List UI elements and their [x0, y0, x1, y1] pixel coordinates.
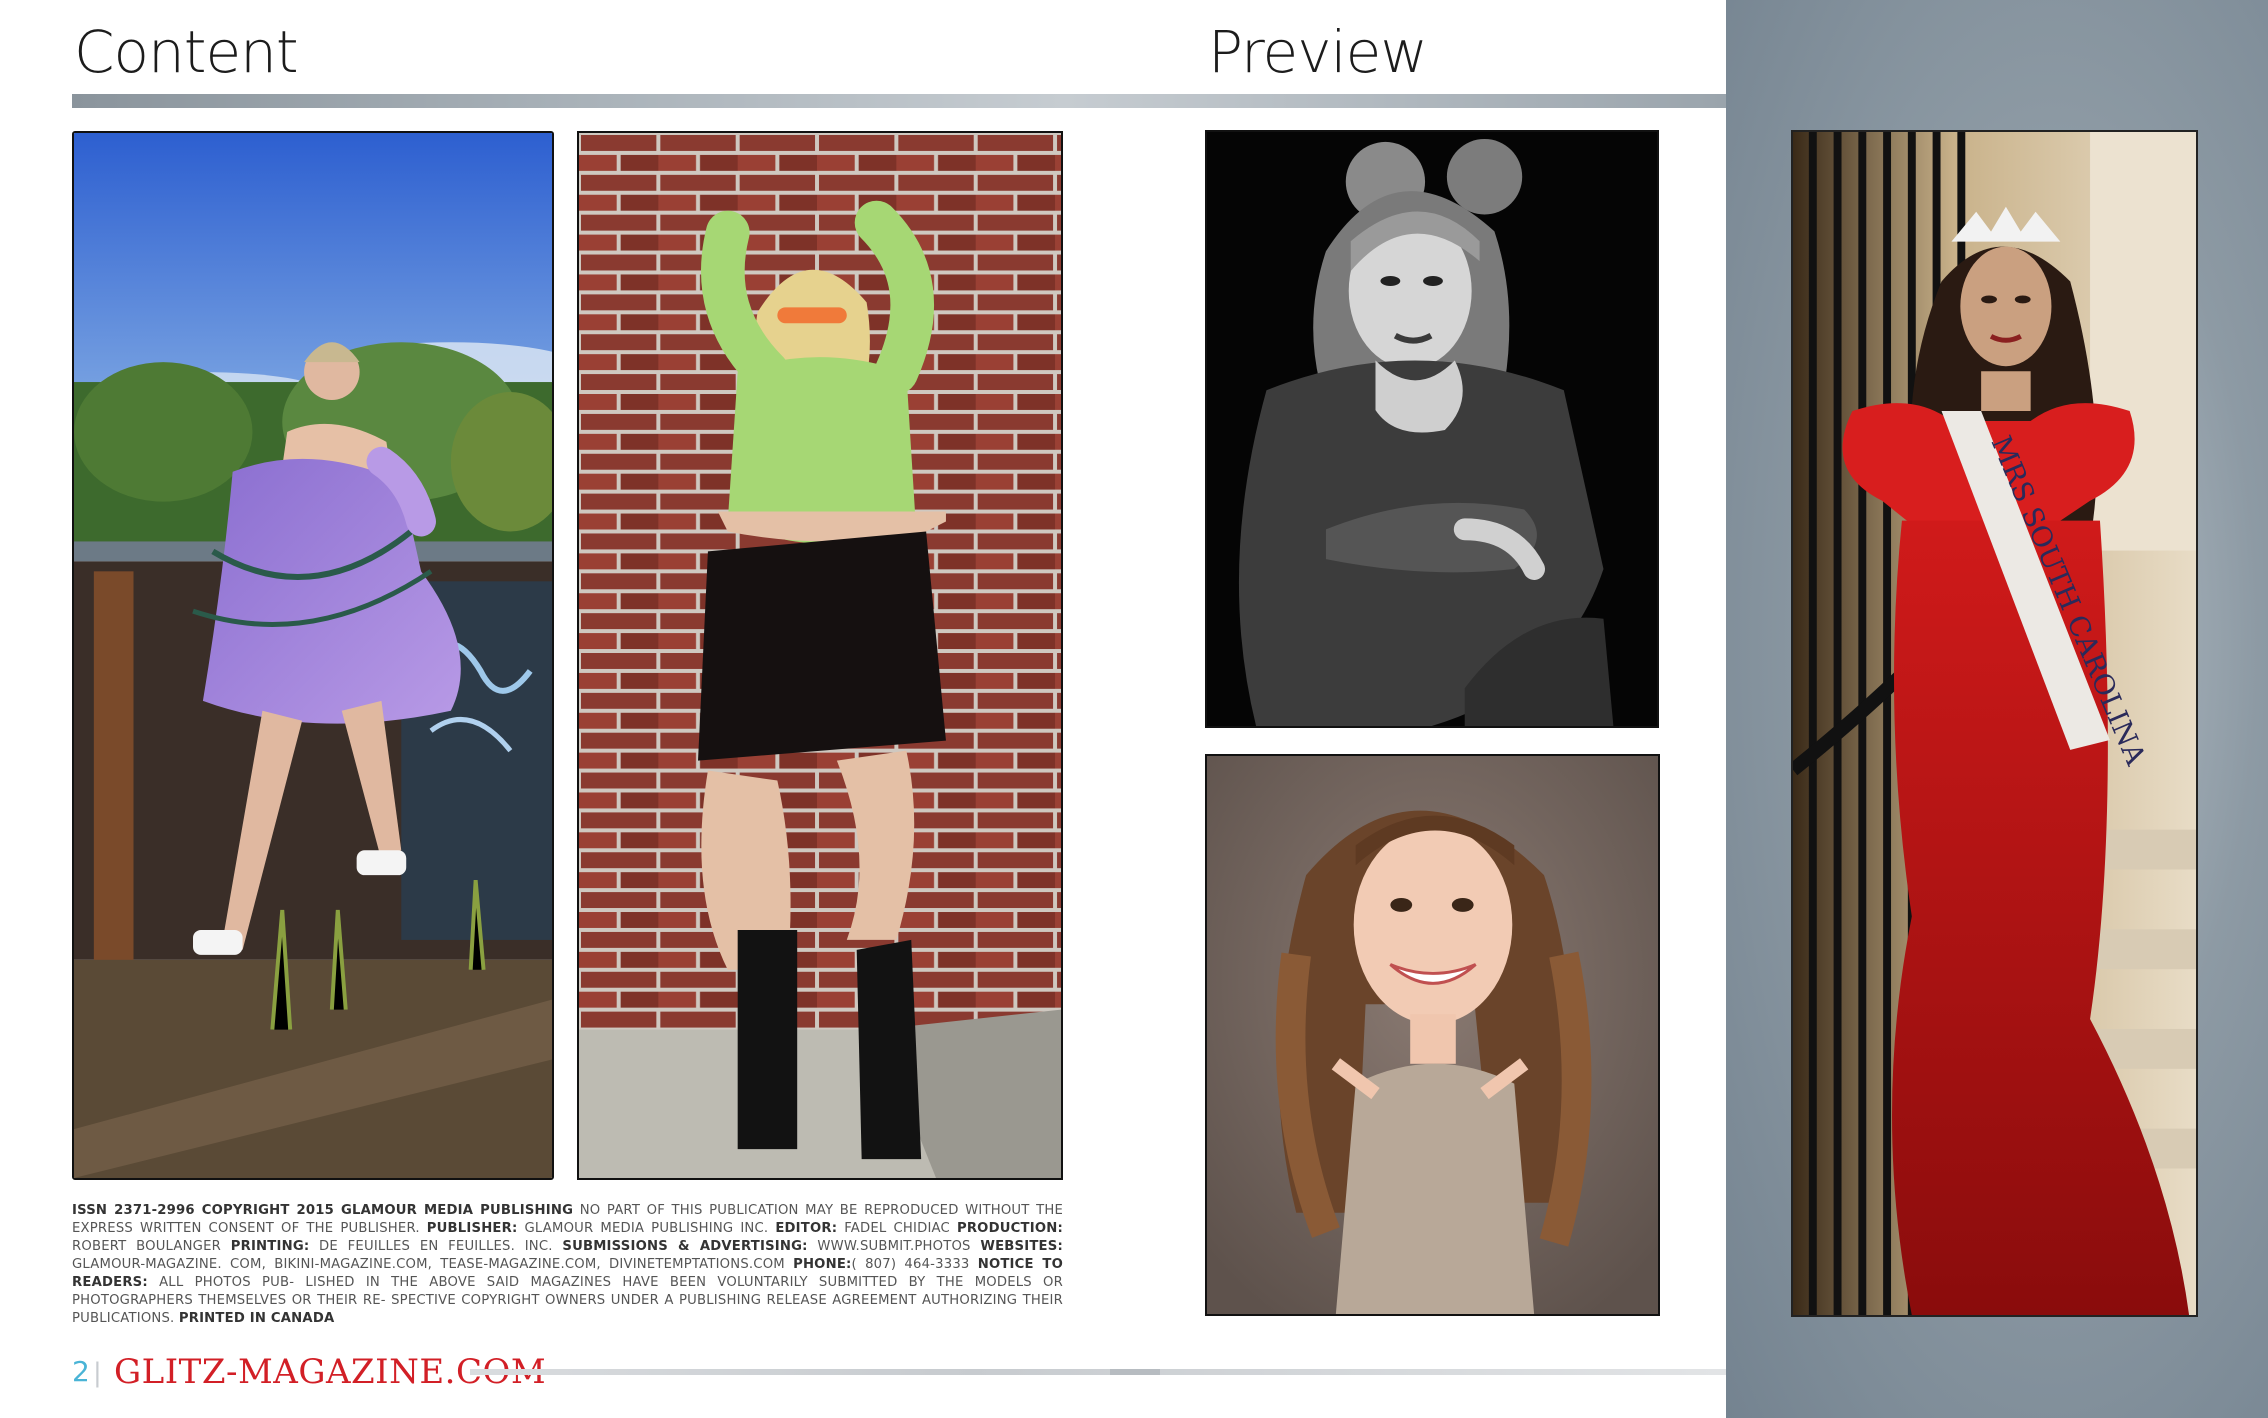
photo-girl-smiling-portrait[interactable] — [1205, 754, 1660, 1316]
photo-woman-green-shirt-brick-wall[interactable] — [577, 131, 1063, 1180]
credits-production-value: ROBERT BOULANGER — [72, 1239, 221, 1254]
footer-rule — [470, 1369, 1726, 1375]
credits-printed: PRINTED IN CANADA — [178, 1311, 335, 1326]
credits-submissions-label: SUBMISSIONS & ADVERTISING: — [562, 1239, 808, 1254]
credits-phone-label: PHONE: — [793, 1257, 852, 1272]
header-rule — [72, 94, 1726, 108]
credits-publisher-label: PUBLISHER: — [426, 1221, 518, 1236]
credits-issn: ISSN 2371-2996 COPYRIGHT 2015 GLAMOUR ME… — [72, 1203, 574, 1218]
credits-submissions-value: WWW.SUBMIT.PHOTOS — [817, 1239, 971, 1254]
photo-woman-purple-dress[interactable] — [72, 131, 554, 1180]
publication-credits: ISSN 2371-2996 COPYRIGHT 2015 GLAMOUR ME… — [72, 1202, 1063, 1328]
credits-websites-value: GLAMOUR-MAGAZINE. COM, BIKINI-MAGAZINE.C… — [72, 1257, 785, 1272]
credits-printing-label: PRINTING: — [230, 1239, 310, 1254]
footer-separator: | — [93, 1358, 102, 1388]
credits-phone-value: ( 807) 464-3333 — [851, 1257, 970, 1272]
credits-printing-value: DE FEUILLES EN FEUILLES. INC. — [319, 1239, 553, 1254]
page-number: 2 — [72, 1355, 90, 1388]
credits-editor-label: EDITOR: — [775, 1221, 838, 1236]
credits-production-label: PRODUCTION: — [956, 1221, 1063, 1236]
credits-websites-label: WEBSITES: — [980, 1239, 1063, 1254]
credits-editor-value: FADEL CHIDIAC — [844, 1221, 950, 1236]
photo-woman-red-gown-sash[interactable]: MRS SOUTH CAROLINA — [1791, 130, 2198, 1317]
credits-publisher-value: GLAMOUR MEDIA PUBLISHING INC. — [524, 1221, 769, 1236]
section-heading-content: Content — [74, 18, 299, 86]
photo-woman-black-and-white-portrait[interactable] — [1205, 130, 1659, 728]
section-heading-preview: Preview — [1208, 18, 1428, 86]
